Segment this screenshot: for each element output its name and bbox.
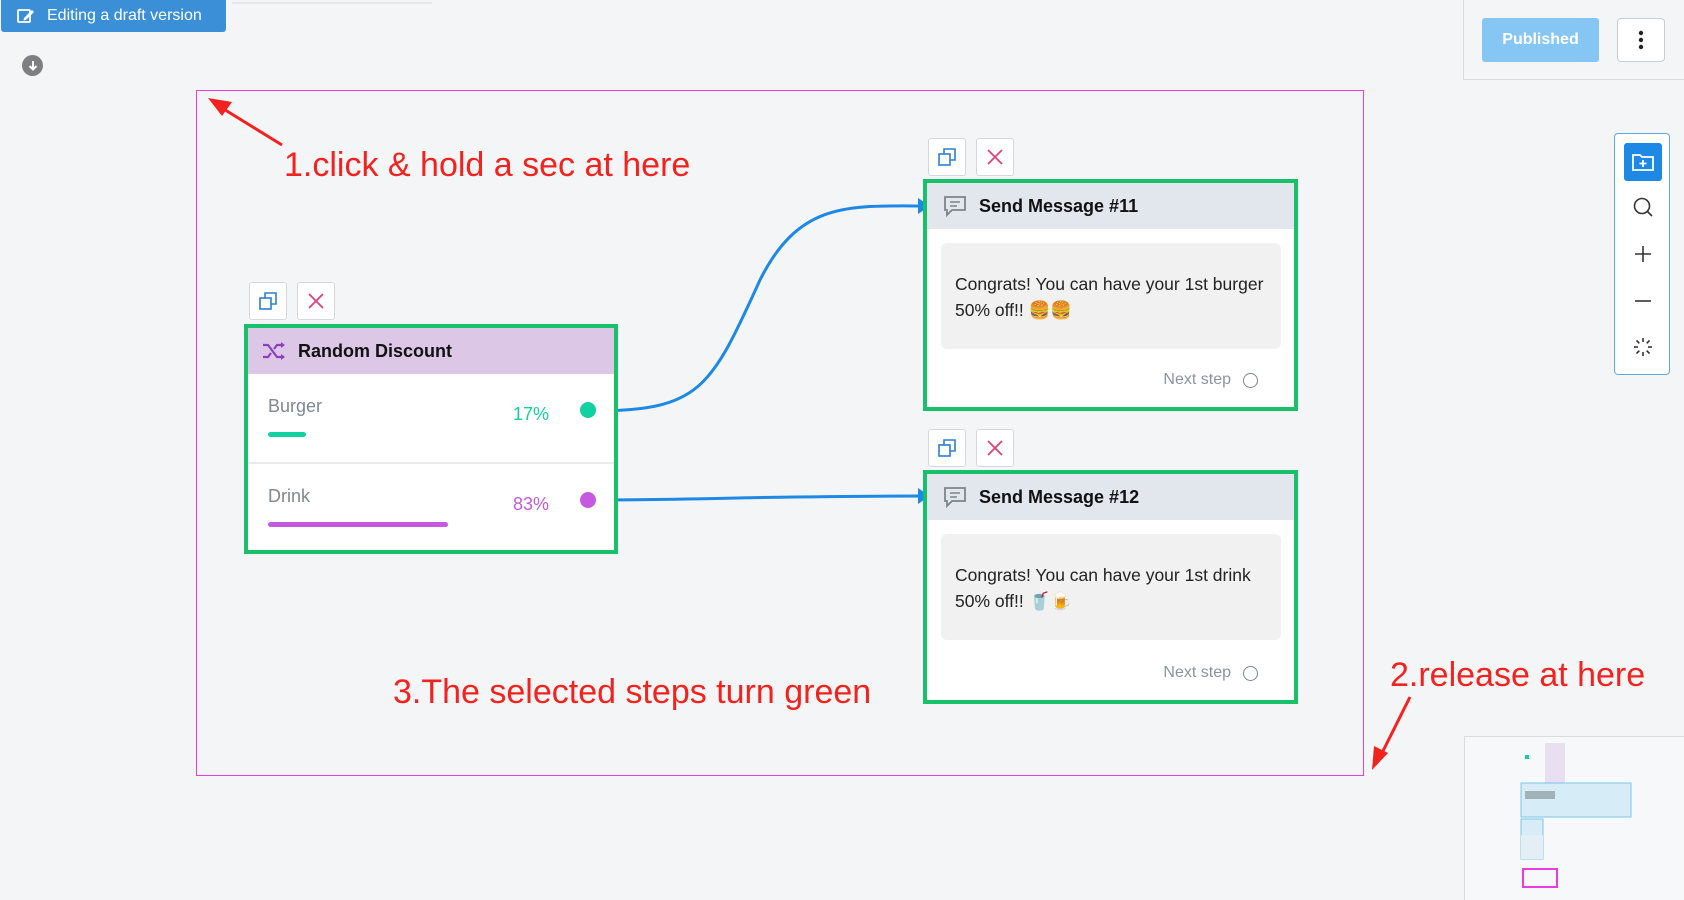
message-text-line: 50% off!! 🍔🍔 bbox=[955, 300, 1073, 320]
next-step-label: Next step bbox=[1163, 664, 1231, 681]
branch-percent: 17% bbox=[512, 404, 549, 424]
delete-icon bbox=[987, 149, 1003, 165]
random-discount-node[interactable]: Random Discount Burger 17% Drink 83% bbox=[244, 324, 618, 554]
message-bubble[interactable]: Congrats! You can have your 1st drink 50… bbox=[941, 534, 1281, 640]
annotation-step-2: 2.release at here bbox=[1390, 656, 1646, 694]
delete-icon bbox=[987, 440, 1003, 456]
delete-button[interactable] bbox=[297, 282, 335, 320]
branch-row[interactable]: Burger 17% bbox=[248, 374, 614, 462]
message-12-actions bbox=[928, 429, 1014, 467]
delete-button[interactable] bbox=[976, 138, 1014, 176]
random-discount-header: Random Discount bbox=[248, 328, 614, 374]
link-drink-to-message-12 bbox=[589, 494, 929, 502]
duplicate-button[interactable] bbox=[249, 282, 287, 320]
next-step-connector[interactable]: Next step bbox=[1163, 371, 1258, 389]
branch-bar bbox=[268, 432, 306, 437]
link-burger-to-message-11 bbox=[589, 204, 929, 413]
message-text-line: 50% off!! 🥤🍺 bbox=[955, 591, 1073, 611]
message-text-line: Congrats! You can have your 1st burger bbox=[955, 274, 1264, 294]
duplicate-button[interactable] bbox=[928, 429, 966, 467]
delete-button[interactable] bbox=[976, 429, 1014, 467]
canvas-minimap[interactable] bbox=[1464, 736, 1684, 900]
send-message-node[interactable]: Send Message #11 Congrats! You can have … bbox=[923, 179, 1298, 411]
branch-row[interactable]: Drink 83% bbox=[248, 462, 614, 550]
chat-bubble-icon bbox=[944, 487, 966, 508]
shuffle-icon bbox=[263, 342, 285, 360]
random-discount-actions bbox=[249, 282, 335, 320]
annotation-step-3: 3.The selected steps turn green bbox=[393, 673, 872, 711]
branch-bar bbox=[268, 522, 448, 527]
next-step-connector[interactable]: Next step bbox=[1163, 664, 1258, 682]
random-discount-title: Random Discount bbox=[298, 340, 453, 361]
annotation-arrowhead-2 bbox=[1372, 746, 1388, 770]
delete-icon bbox=[308, 293, 324, 309]
branch-percent: 83% bbox=[512, 494, 549, 514]
send-message-title: Send Message #11 bbox=[979, 195, 1139, 216]
branch-label: Drink bbox=[268, 486, 311, 506]
message-11-actions bbox=[928, 138, 1014, 176]
branch-output-handle[interactable] bbox=[580, 402, 596, 418]
duplicate-icon bbox=[938, 439, 956, 457]
minimap-preview bbox=[1520, 743, 1632, 888]
annotation-step-1: 1.click & hold a sec at here bbox=[284, 146, 691, 184]
duplicate-icon bbox=[938, 148, 956, 166]
message-bubble[interactable]: Congrats! You can have your 1st burger 5… bbox=[941, 243, 1281, 349]
duplicate-button[interactable] bbox=[928, 138, 966, 176]
send-message-header: Send Message #12 bbox=[927, 474, 1294, 520]
chat-bubble-icon bbox=[944, 196, 966, 217]
send-message-header: Send Message #11 bbox=[927, 183, 1294, 229]
message-text-line: Congrats! You can have your 1st drink bbox=[955, 565, 1251, 585]
send-message-title: Send Message #12 bbox=[979, 486, 1140, 507]
next-step-handle[interactable] bbox=[1243, 665, 1258, 681]
send-message-node[interactable]: Send Message #12 Congrats! You can have … bbox=[923, 470, 1298, 704]
branch-output-handle[interactable] bbox=[580, 492, 596, 508]
duplicate-icon bbox=[259, 292, 277, 310]
annotation-arrow-2 bbox=[1379, 696, 1412, 756]
next-step-handle[interactable] bbox=[1243, 372, 1258, 388]
annotation-arrow-1 bbox=[221, 106, 283, 147]
branch-label: Burger bbox=[268, 396, 323, 416]
next-step-label: Next step bbox=[1163, 371, 1231, 388]
